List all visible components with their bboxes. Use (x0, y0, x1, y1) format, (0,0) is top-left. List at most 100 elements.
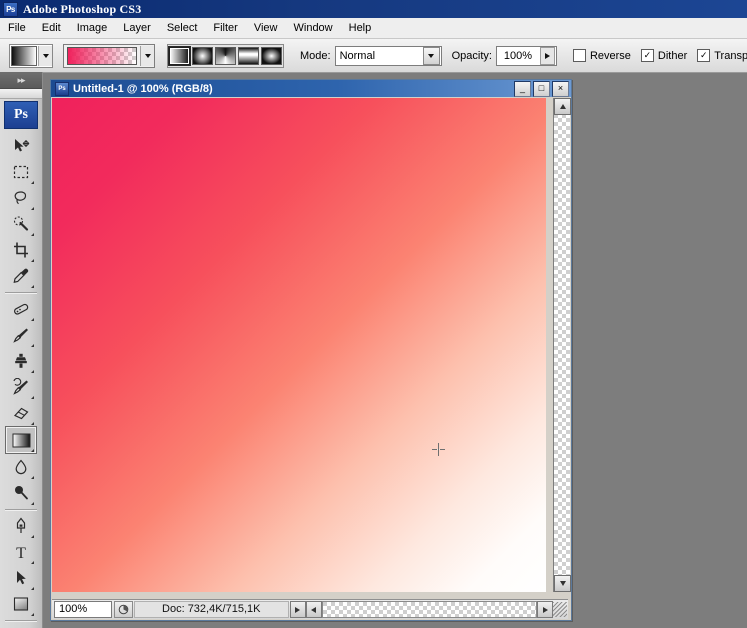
document-size-info: Doc: 732,4K/715,1K (134, 601, 289, 618)
blur-tool[interactable] (6, 454, 36, 480)
crosshair-cursor-icon (432, 443, 445, 456)
eyedropper-tool[interactable] (6, 263, 36, 289)
eraser-tool[interactable] (6, 400, 36, 426)
photoshop-badge-icon: Ps (4, 101, 38, 129)
status-expand-button[interactable] (289, 601, 306, 618)
opacity-input[interactable]: 100% (495, 45, 557, 66)
tool-more-indicator-icon (31, 476, 34, 479)
shape-tool[interactable] (6, 591, 36, 617)
gradient-tool[interactable] (5, 426, 37, 454)
triangle-right-icon (544, 52, 550, 59)
checkbox-box: ✓ (640, 49, 654, 62)
linear-gradient-button[interactable] (168, 45, 191, 66)
tool-more-indicator-icon (31, 422, 34, 425)
window-resize-grip[interactable] (553, 602, 567, 617)
scroll-down-button[interactable] (554, 575, 571, 592)
menu-item-select[interactable]: Select (159, 20, 206, 36)
double-chevron-right-icon: ▸▸ (17, 74, 25, 85)
blend-mode-dropdown-button[interactable] (422, 46, 440, 65)
move-tool[interactable] (6, 133, 36, 159)
tool-preset-swatch-icon (11, 45, 37, 66)
image-canvas[interactable] (52, 98, 546, 592)
blend-mode-select[interactable]: Normal (334, 45, 442, 66)
angle-gradient-button[interactable] (215, 46, 236, 65)
reflected-gradient-button[interactable] (238, 46, 259, 65)
crop-tool[interactable] (6, 237, 36, 263)
document-info-icon[interactable] (114, 601, 133, 618)
scroll-right-button[interactable] (537, 601, 553, 618)
maximize-button[interactable]: □ (533, 80, 550, 97)
zoom-level-input[interactable]: 100% (54, 601, 112, 618)
history-brush-tool[interactable] (6, 374, 36, 400)
document-title-bar[interactable]: Ps Untitled-1 @ 100% (RGB/8) _ □ × (51, 80, 571, 97)
tool-more-indicator-icon (31, 259, 34, 262)
tools-panel-collapse-button[interactable]: ▸▸ (0, 72, 42, 89)
dodge-tool[interactable] (6, 480, 36, 506)
tool-more-indicator-icon (31, 318, 34, 321)
gradient-preset-picker[interactable] (63, 43, 155, 68)
menu-bar: File Edit Image Layer Select Filter View… (0, 18, 747, 39)
application-title: Adobe Photoshop CS3 (23, 1, 142, 16)
application-title-bar: Ps Adobe Photoshop CS3 (0, 0, 747, 18)
scroll-up-button[interactable] (554, 98, 571, 115)
opacity-label: Opacity: (451, 49, 492, 62)
dither-label: Dither (657, 49, 688, 62)
menu-item-view[interactable]: View (246, 20, 286, 36)
menu-item-edit[interactable]: Edit (34, 20, 69, 36)
pen-tool[interactable] (6, 513, 36, 539)
tools-panel-drag-handle[interactable] (0, 89, 42, 99)
notes-tool[interactable] (6, 624, 36, 628)
tool-more-indicator-icon (31, 285, 34, 288)
tool-more-indicator-icon (31, 344, 34, 347)
mode-label: Mode: (300, 49, 331, 62)
chevron-down-icon (42, 53, 49, 58)
path-selection-tool[interactable] (6, 565, 36, 591)
chevron-down-icon (428, 53, 435, 58)
transparency-checkbox[interactable]: ✓ Transparency (697, 49, 747, 62)
divider (5, 620, 37, 621)
brush-tool[interactable] (6, 322, 36, 348)
tool-more-indicator-icon (31, 207, 34, 210)
menu-item-window[interactable]: Window (286, 20, 341, 36)
tool-more-indicator-icon (31, 233, 34, 236)
rectangular-marquee-tool[interactable] (6, 159, 36, 185)
menu-item-image[interactable]: Image (69, 20, 116, 36)
vertical-scrollbar[interactable] (553, 98, 571, 592)
type-tool[interactable]: T (6, 539, 36, 565)
lasso-tool[interactable] (6, 185, 36, 211)
checkbox-box: ✓ (697, 49, 711, 62)
menu-item-file[interactable]: File (0, 20, 34, 36)
photoshop-logo-icon: Ps (3, 1, 18, 17)
blend-mode-value: Normal (339, 49, 376, 62)
opacity-slider-button[interactable] (539, 46, 555, 65)
magic-wand-tool[interactable] (6, 211, 36, 237)
tool-preset-dropdown-button[interactable] (39, 45, 52, 66)
tool-more-indicator-icon (31, 396, 34, 399)
gradient-picker-dropdown-button[interactable] (141, 45, 154, 66)
dither-checkbox[interactable]: ✓ Dither (640, 49, 688, 62)
svg-text:T: T (16, 545, 26, 561)
diamond-gradient-button[interactable] (261, 46, 282, 65)
checkbox-box (572, 49, 586, 62)
tool-preset-picker[interactable] (9, 43, 53, 68)
document-status-bar: 100% Doc: 732,4K/715,1K (52, 599, 568, 619)
tool-more-indicator-icon (31, 502, 34, 505)
menu-item-help[interactable]: Help (341, 20, 380, 36)
transparency-label: Transparency (714, 49, 747, 62)
tool-more-indicator-icon (31, 370, 34, 373)
close-button[interactable]: × (552, 80, 569, 97)
clone-stamp-tool[interactable] (6, 348, 36, 374)
scroll-left-button[interactable] (305, 601, 322, 618)
minimize-button[interactable]: _ (514, 80, 531, 97)
document-window: Ps Untitled-1 @ 100% (RGB/8) _ □ × 100% (50, 79, 572, 621)
menu-item-filter[interactable]: Filter (205, 20, 245, 36)
healing-brush-tool[interactable] (6, 296, 36, 322)
triangle-right-icon (295, 606, 300, 613)
menu-item-layer[interactable]: Layer (115, 20, 159, 36)
gradient-swatch-preview (67, 46, 137, 65)
reverse-checkbox[interactable]: Reverse (572, 49, 631, 62)
radial-gradient-button[interactable] (192, 46, 213, 65)
horizontal-scrollbar-track[interactable] (321, 601, 537, 618)
chevron-down-icon (144, 53, 151, 58)
tool-list: T (0, 131, 42, 628)
